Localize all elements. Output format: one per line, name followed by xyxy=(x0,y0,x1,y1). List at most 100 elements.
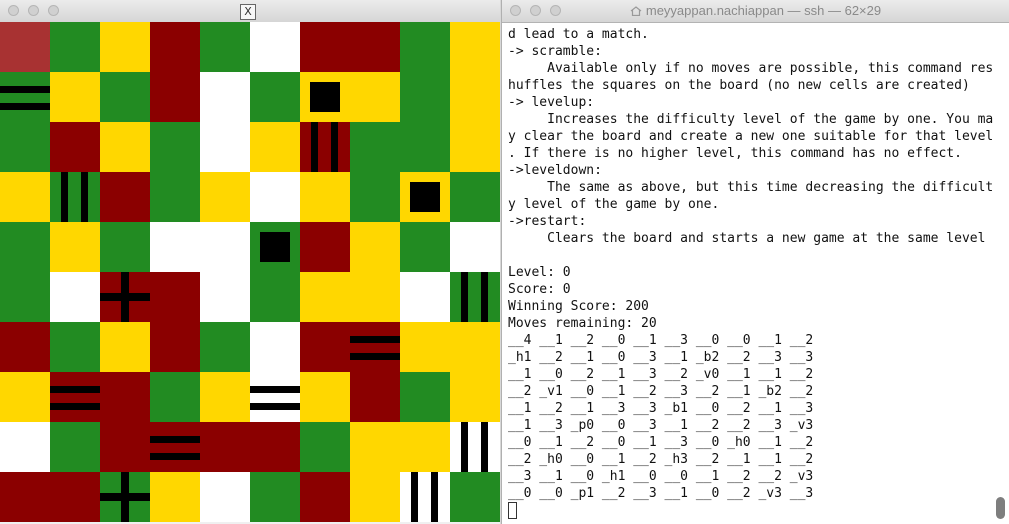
board-cell[interactable] xyxy=(200,172,250,222)
board-cell[interactable] xyxy=(0,322,50,372)
board-cell[interactable] xyxy=(400,172,450,222)
board-cell[interactable] xyxy=(300,222,350,272)
board-cell[interactable] xyxy=(50,72,100,122)
board-cell[interactable] xyxy=(0,422,50,472)
terminal-scrollbar[interactable] xyxy=(996,497,1005,519)
board-cell[interactable] xyxy=(350,322,400,372)
x11-title-bar[interactable]: X xyxy=(0,0,500,23)
board-cell[interactable] xyxy=(450,222,500,272)
board-cell[interactable] xyxy=(400,222,450,272)
board-cell[interactable] xyxy=(450,72,500,122)
board-cell[interactable] xyxy=(0,222,50,272)
board-cell[interactable] xyxy=(50,422,100,472)
board-cell[interactable] xyxy=(200,422,250,472)
board-cell[interactable] xyxy=(300,22,350,72)
board-cell[interactable] xyxy=(400,472,450,522)
board-cell[interactable] xyxy=(200,222,250,272)
zoom-button[interactable] xyxy=(48,5,59,16)
terminal-title-bar[interactable]: meyyappan.nachiappan — ssh — 62×29 xyxy=(502,0,1009,23)
board-cell[interactable] xyxy=(250,172,300,222)
close-button[interactable] xyxy=(8,5,19,16)
board-cell[interactable] xyxy=(300,322,350,372)
board-cell[interactable] xyxy=(0,272,50,322)
board-cell[interactable] xyxy=(0,22,50,72)
board-cell[interactable] xyxy=(400,422,450,472)
board-cell[interactable] xyxy=(50,122,100,172)
board-cell[interactable] xyxy=(0,72,50,122)
board-cell[interactable] xyxy=(450,322,500,372)
board-cell[interactable] xyxy=(100,222,150,272)
board-cell[interactable] xyxy=(0,372,50,422)
board-cell[interactable] xyxy=(150,272,200,322)
game-board[interactable] xyxy=(0,22,500,522)
board-cell[interactable] xyxy=(300,422,350,472)
board-cell[interactable] xyxy=(100,22,150,72)
board-cell[interactable] xyxy=(400,72,450,122)
board-cell[interactable] xyxy=(200,472,250,522)
board-cell[interactable] xyxy=(100,472,150,522)
board-cell[interactable] xyxy=(200,122,250,172)
board-cell[interactable] xyxy=(250,122,300,172)
board-cell[interactable] xyxy=(250,272,300,322)
board-cell[interactable] xyxy=(400,272,450,322)
board-cell[interactable] xyxy=(250,22,300,72)
minimize-button[interactable] xyxy=(28,5,39,16)
board-cell[interactable] xyxy=(300,372,350,422)
board-cell[interactable] xyxy=(250,72,300,122)
board-cell[interactable] xyxy=(450,372,500,422)
board-cell[interactable] xyxy=(200,322,250,372)
board-cell[interactable] xyxy=(50,472,100,522)
board-cell[interactable] xyxy=(100,272,150,322)
board-cell[interactable] xyxy=(300,272,350,322)
board-cell[interactable] xyxy=(150,322,200,372)
terminal-output[interactable]: d lead to a match. -> scramble: Availabl… xyxy=(508,26,993,521)
board-cell[interactable] xyxy=(150,172,200,222)
board-cell[interactable] xyxy=(50,372,100,422)
board-cell[interactable] xyxy=(150,72,200,122)
board-cell[interactable] xyxy=(50,322,100,372)
board-cell[interactable] xyxy=(400,322,450,372)
board-cell[interactable] xyxy=(450,172,500,222)
board-cell[interactable] xyxy=(350,372,400,422)
board-cell[interactable] xyxy=(50,172,100,222)
board-cell[interactable] xyxy=(350,172,400,222)
board-cell[interactable] xyxy=(250,372,300,422)
board-cell[interactable] xyxy=(0,472,50,522)
board-cell[interactable] xyxy=(150,122,200,172)
board-cell[interactable] xyxy=(50,22,100,72)
board-cell[interactable] xyxy=(0,122,50,172)
board-cell[interactable] xyxy=(450,422,500,472)
board-cell[interactable] xyxy=(350,22,400,72)
board-cell[interactable] xyxy=(200,22,250,72)
board-cell[interactable] xyxy=(250,322,300,372)
board-cell[interactable] xyxy=(450,272,500,322)
board-cell[interactable] xyxy=(100,322,150,372)
board-cell[interactable] xyxy=(50,222,100,272)
board-cell[interactable] xyxy=(250,222,300,272)
board-cell[interactable] xyxy=(150,372,200,422)
board-cell[interactable] xyxy=(100,172,150,222)
board-cell[interactable] xyxy=(150,422,200,472)
board-cell[interactable] xyxy=(100,72,150,122)
board-cell[interactable] xyxy=(450,122,500,172)
board-cell[interactable] xyxy=(0,172,50,222)
board-cell[interactable] xyxy=(150,22,200,72)
board-cell[interactable] xyxy=(350,422,400,472)
board-cell[interactable] xyxy=(100,122,150,172)
board-cell[interactable] xyxy=(350,122,400,172)
board-cell[interactable] xyxy=(150,472,200,522)
board-cell[interactable] xyxy=(150,222,200,272)
board-cell[interactable] xyxy=(450,22,500,72)
board-cell[interactable] xyxy=(200,372,250,422)
board-cell[interactable] xyxy=(450,472,500,522)
board-cell[interactable] xyxy=(50,272,100,322)
board-cell[interactable] xyxy=(250,422,300,472)
board-cell[interactable] xyxy=(300,172,350,222)
board-cell[interactable] xyxy=(350,72,400,122)
board-cell[interactable] xyxy=(100,422,150,472)
board-cell[interactable] xyxy=(100,372,150,422)
board-cell[interactable] xyxy=(300,72,350,122)
board-cell[interactable] xyxy=(400,122,450,172)
board-cell[interactable] xyxy=(400,22,450,72)
board-cell[interactable] xyxy=(250,472,300,522)
